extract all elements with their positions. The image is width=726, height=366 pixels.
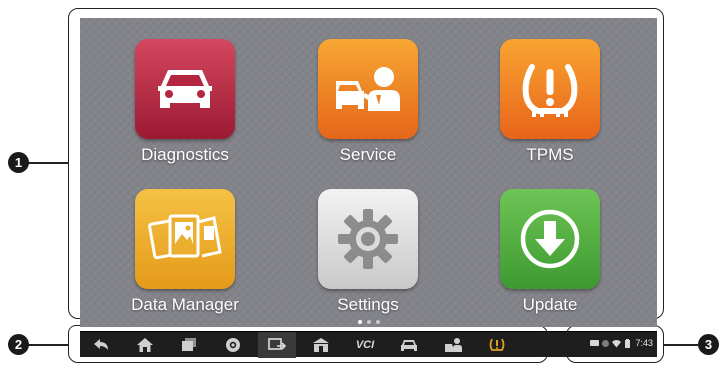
page-dot <box>376 320 380 324</box>
callout-leader-line <box>28 344 69 346</box>
navigation-bar: VCI 7:43 <box>80 331 657 358</box>
back-icon[interactable] <box>90 335 112 355</box>
tire-pressure-warning-icon <box>500 39 600 139</box>
page-dot <box>367 320 371 324</box>
car-icon[interactable] <box>398 335 420 355</box>
browser-icon[interactable] <box>222 335 244 355</box>
callout-number-3: 3 <box>698 334 719 355</box>
download-arrow-icon <box>500 189 600 289</box>
app-service[interactable]: Service <box>303 39 433 165</box>
gear-icon <box>318 189 418 289</box>
screen-capture-icon[interactable] <box>258 332 296 358</box>
callout-number-1: 1 <box>8 152 29 173</box>
page-dot <box>358 320 362 324</box>
status-bar: 7:43 <box>590 338 653 348</box>
vci-label: VCI <box>355 339 375 351</box>
page-indicator <box>358 320 380 324</box>
home-icon[interactable] <box>134 335 156 355</box>
app-label: Service <box>339 145 397 164</box>
vci-icon[interactable]: VCI <box>354 335 376 355</box>
app-label: Update <box>522 295 578 314</box>
tpms-icon[interactable] <box>486 335 508 355</box>
callout-leader-line <box>28 162 69 164</box>
shop-icon[interactable] <box>310 335 332 355</box>
callout-leader-line <box>664 344 698 346</box>
message-icon <box>590 339 600 346</box>
mechanic-car-icon <box>318 39 418 139</box>
clock: 7:43 <box>635 338 653 348</box>
battery-icon <box>625 338 631 348</box>
mechanic-icon[interactable] <box>442 335 464 355</box>
app-label: Settings <box>337 295 399 314</box>
app-settings[interactable]: Settings <box>303 189 433 315</box>
app-data-manager[interactable]: Data Manager <box>120 189 250 315</box>
wifi-icon <box>612 339 622 347</box>
recent-apps-icon[interactable] <box>178 335 200 355</box>
settings-icon <box>602 339 610 347</box>
home-screen: Diagnostics Service TPMS Data Manager Se… <box>80 18 657 327</box>
app-update[interactable]: Update <box>485 189 615 315</box>
app-diagnostics[interactable]: Diagnostics <box>120 39 250 165</box>
app-tpms[interactable]: TPMS <box>485 39 615 165</box>
app-label: Diagnostics <box>141 145 229 164</box>
callout-number-2: 2 <box>8 334 29 355</box>
app-label: Data Manager <box>131 295 239 314</box>
photo-files-icon <box>135 189 235 289</box>
app-label: TPMS <box>526 145 574 164</box>
car-icon <box>135 39 235 139</box>
